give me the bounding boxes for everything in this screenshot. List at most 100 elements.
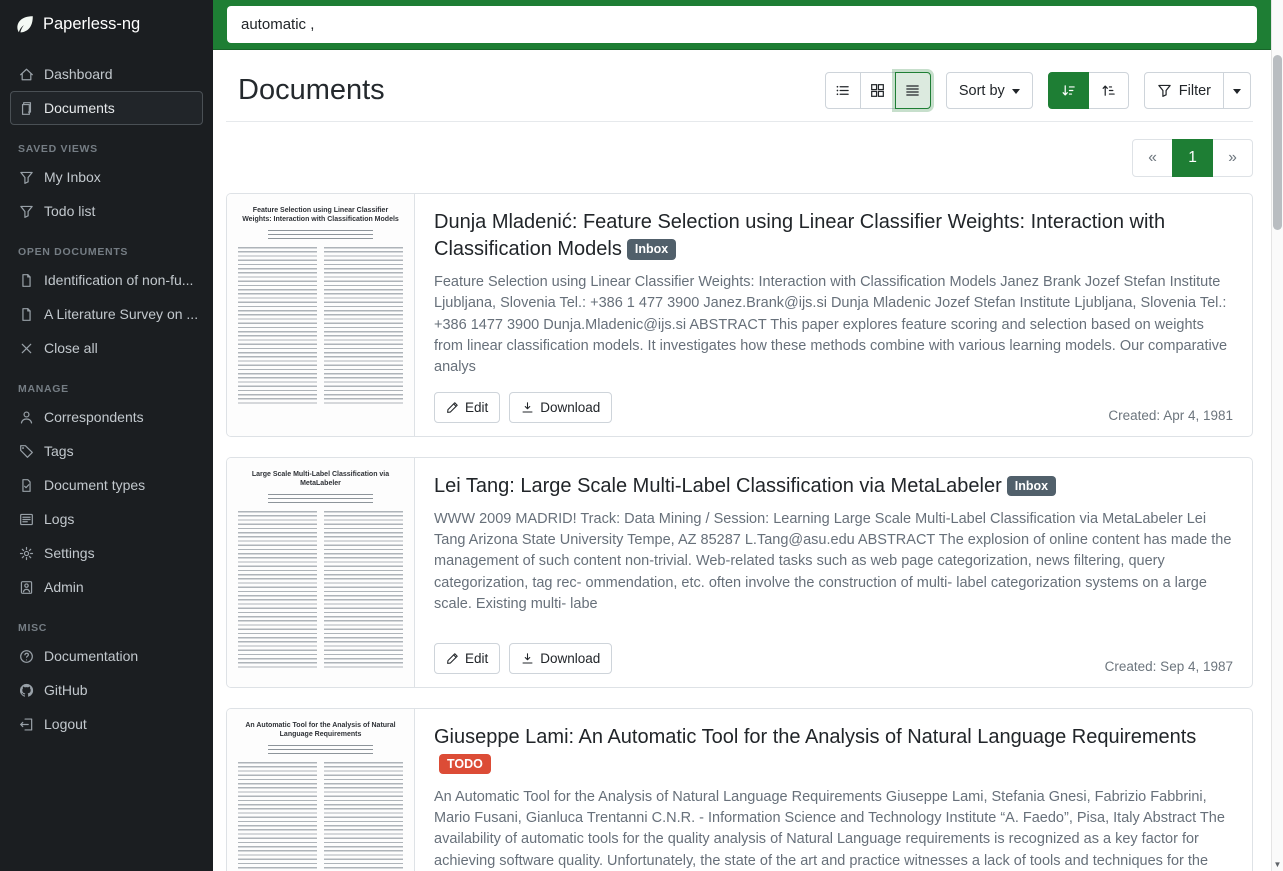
file-text-icon [19, 307, 34, 322]
sidebar-item-label: A Literature Survey on ... [44, 306, 198, 322]
pagination-current-page[interactable]: 1 [1172, 139, 1213, 177]
created-date: Created: Sep 4, 1987 [1105, 659, 1233, 674]
brand[interactable]: Paperless-ng [0, 0, 213, 49]
thumbnail-text-lines [238, 511, 403, 669]
sidebar-nav: Dashboard Documents SAVED VIEWS My Inbox… [0, 49, 213, 741]
download-icon [521, 401, 534, 414]
document-thumbnail[interactable]: Feature Selection using Linear Classifie… [227, 194, 415, 436]
thumbnail-meta-lines [268, 745, 373, 754]
list-icon [19, 512, 34, 527]
pagination-prev[interactable]: « [1132, 139, 1173, 177]
sidebar-item-tags[interactable]: Tags [10, 434, 203, 468]
document-card-body: Dunja Mladenić: Feature Selection using … [415, 194, 1252, 436]
download-button[interactable]: Download [509, 643, 612, 674]
thumbnail-title-text: Feature Selection using Linear Classifie… [242, 206, 399, 224]
sidebar-heading-manage: MANAGE [18, 383, 195, 395]
filter-dropdown-toggle[interactable] [1223, 72, 1251, 109]
sidebar-item-close-all[interactable]: Close all [10, 331, 203, 365]
tag-badge[interactable]: Inbox [627, 239, 676, 260]
logout-icon [19, 717, 34, 732]
sidebar-item-admin[interactable]: Admin [10, 570, 203, 604]
sidebar-heading-saved-views: SAVED VIEWS [18, 143, 195, 155]
scrollbar-down-arrow[interactable]: ▼ [1272, 860, 1283, 869]
sidebar-item-documentation[interactable]: Documentation [10, 639, 203, 673]
sort-by-label: Sort by [959, 83, 1005, 99]
thumbnail-title-text: An Automatic Tool for the Analysis of Na… [242, 721, 399, 739]
card-footer: Edit Download Created: Apr 4, 1981 [434, 392, 1233, 423]
sidebar-item-logs[interactable]: Logs [10, 502, 203, 536]
document-thumbnail[interactable]: An Automatic Tool for the Analysis of Na… [227, 709, 415, 871]
sidebar-item-label: Todo list [44, 203, 95, 219]
sidebar-item-dashboard[interactable]: Dashboard [10, 57, 203, 91]
download-button[interactable]: Download [509, 392, 612, 423]
sidebar-item-open-document-1[interactable]: Identification of non-fu... [10, 263, 203, 297]
vertical-scrollbar[interactable]: ▼ [1271, 0, 1283, 871]
document-title-link[interactable]: Dunja Mladenić: Feature Selection using … [434, 209, 1233, 263]
sidebar-item-label: Admin [44, 579, 84, 595]
document-title-text: Dunja Mladenić: Feature Selection using … [434, 211, 1165, 260]
sort-ascending-button[interactable] [1088, 72, 1129, 109]
gear-icon [19, 546, 34, 561]
file-check-icon [19, 478, 34, 493]
caret-down-icon [1012, 89, 1020, 94]
sidebar-item-documents[interactable]: Documents [10, 91, 203, 125]
download-label: Download [540, 651, 600, 666]
pagination: « 1 » [226, 139, 1253, 177]
thumbnail-title-text: Large Scale Multi-Label Classification v… [242, 470, 399, 488]
app-root: Paperless-ng Dashboard Documents SAVED V… [0, 0, 1283, 871]
content: Documents Sort by [213, 50, 1283, 871]
sidebar-item-label: Close all [44, 340, 98, 356]
thumbnail-text-lines [238, 247, 403, 405]
edit-label: Edit [465, 651, 488, 666]
tag-badge[interactable]: TODO [439, 754, 491, 775]
sidebar-item-label: Correspondents [44, 409, 144, 425]
sidebar-item-todo-list[interactable]: Todo list [10, 194, 203, 228]
sidebar-item-github[interactable]: GitHub [10, 673, 203, 707]
tag-icon [19, 444, 34, 459]
document-title-link[interactable]: Lei Tang: Large Scale Multi-Label Classi… [434, 473, 1233, 500]
scrollbar-thumb[interactable] [1273, 55, 1282, 230]
house-icon [19, 67, 34, 82]
sidebar-item-my-inbox[interactable]: My Inbox [10, 160, 203, 194]
sidebar-heading-open-documents: OPEN DOCUMENTS [18, 246, 195, 258]
sort-by-dropdown[interactable]: Sort by [946, 72, 1033, 109]
sidebar-item-open-document-2[interactable]: A Literature Survey on ... [10, 297, 203, 331]
sort-up-icon [1101, 83, 1116, 98]
caret-down-icon [1233, 89, 1241, 94]
edit-label: Edit [465, 400, 488, 415]
sidebar-item-label: Document types [44, 477, 145, 493]
sidebar-item-label: Tags [44, 443, 74, 459]
list-ul-icon [835, 83, 850, 98]
sidebar-item-document-types[interactable]: Document types [10, 468, 203, 502]
page-title: Documents [238, 74, 385, 107]
filter-button[interactable]: Filter [1144, 72, 1224, 109]
sidebar-item-label: Identification of non-fu... [44, 272, 193, 288]
document-thumbnail[interactable]: Large Scale Multi-Label Classification v… [227, 458, 415, 687]
sort-descending-button[interactable] [1048, 72, 1089, 109]
close-icon [19, 341, 34, 356]
document-title-text: Lei Tang: Large Scale Multi-Label Classi… [434, 475, 1002, 497]
document-excerpt: Feature Selection using Linear Classifie… [434, 272, 1233, 379]
sidebar-heading-misc: MISC [18, 622, 195, 634]
edit-button[interactable]: Edit [434, 643, 500, 674]
sort-down-icon [1061, 83, 1076, 98]
sidebar-item-settings[interactable]: Settings [10, 536, 203, 570]
edit-button[interactable]: Edit [434, 392, 500, 423]
pagination-next[interactable]: » [1212, 139, 1253, 177]
main-area: Documents Sort by [213, 0, 1283, 871]
thumbnail-meta-lines [268, 230, 373, 239]
document-title-link[interactable]: Giuseppe Lami: An Automatic Tool for the… [434, 724, 1233, 778]
github-icon [19, 683, 34, 698]
sidebar-item-correspondents[interactable]: Correspondents [10, 400, 203, 434]
sidebar-item-logout[interactable]: Logout [10, 707, 203, 741]
sidebar-item-label: Dashboard [44, 66, 113, 82]
view-small-cards-button[interactable] [860, 72, 896, 109]
search-input[interactable] [227, 6, 1257, 43]
view-large-cards-button[interactable] [895, 72, 931, 109]
document-card: Feature Selection using Linear Classifie… [226, 193, 1253, 437]
card-actions: Edit Download [434, 643, 612, 674]
sidebar-item-label: GitHub [44, 682, 88, 698]
view-details-button[interactable] [825, 72, 861, 109]
tag-badge[interactable]: Inbox [1007, 476, 1056, 497]
card-actions: Edit Download [434, 392, 612, 423]
